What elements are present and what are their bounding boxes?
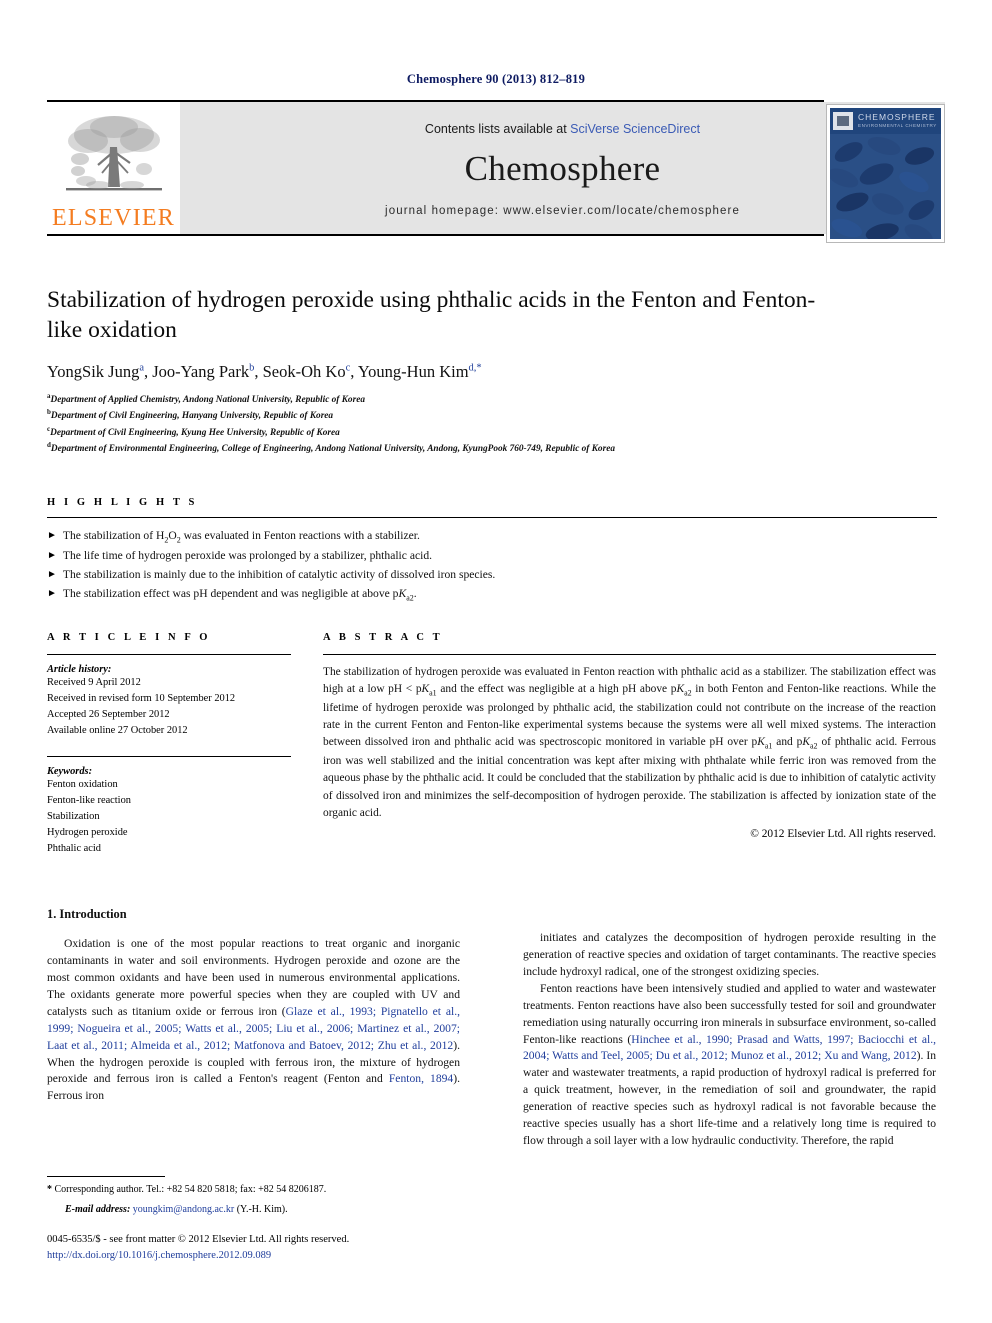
- abstract-rule: [323, 654, 936, 655]
- highlight-item: ► The stabilization is mainly due to the …: [47, 566, 937, 585]
- article-history-item: Accepted 26 September 2012: [47, 709, 170, 721]
- asterisk-icon: *: [47, 1184, 52, 1195]
- corresponding-author-line: * Corresponding author. Tel.: +82 54 820…: [47, 1182, 460, 1197]
- email-line: E-mail address: youngkim@andong.ac.kr (Y…: [47, 1202, 460, 1217]
- right-column-paragraphs: initiates and catalyzes the decompositio…: [523, 930, 936, 1150]
- affiliation-item: cDepartment of Civil Engineering, Kyung …: [47, 424, 340, 438]
- abstract-section: A B S T R A C T The stabilization of hyd…: [323, 632, 936, 840]
- highlight-item: ► The life time of hydrogen peroxide was …: [47, 547, 937, 566]
- keyword-item: Stabilization: [47, 810, 100, 822]
- author-name: Joo-Yang Parkb: [152, 362, 255, 382]
- highlights-section: H I G H L I G H T S ► The stabilization o…: [47, 497, 937, 605]
- abstract-copyright: © 2012 Elsevier Ltd. All rights reserved…: [750, 828, 936, 841]
- keyword-item: Fenton-like reaction: [47, 794, 131, 806]
- body-paragraph: Fenton reactions have been intensively s…: [523, 981, 936, 1148]
- author-name: Young-Hun Kimd,*: [357, 362, 482, 382]
- highlight-item: ► The stabilization of H2O2 was evaluated…: [47, 527, 937, 547]
- title-block: Stabilization of hydrogen peroxide using…: [47, 285, 837, 456]
- cover-title: CHEMOSPHERE: [858, 112, 936, 123]
- keyword-item: Hydrogen peroxide: [47, 826, 128, 838]
- cover-subtitle: ENVIRONMENTAL CHEMISTRY: [858, 122, 937, 128]
- highlight-text: The stabilization effect was pH dependen…: [62, 586, 417, 603]
- page-title: Stabilization of hydrogen peroxide using…: [47, 287, 816, 344]
- triangle-bullet-icon: ►: [47, 569, 57, 581]
- affiliation-item: aDepartment of Applied Chemistry, Andong…: [47, 392, 365, 406]
- journal-title: Chemosphere: [464, 148, 661, 188]
- affiliation-item: bDepartment of Civil Engineering, Hanyan…: [47, 408, 334, 422]
- article-history-label: Article history:: [47, 664, 112, 675]
- email-label: E-mail address:: [65, 1204, 131, 1215]
- article-info-section: A R T I C L E I N F O Article history: R…: [47, 632, 291, 857]
- left-column-paragraphs: Oxidation is one of the most popular rea…: [47, 936, 460, 1105]
- elsevier-wordmark: ELSEVIER: [52, 205, 175, 231]
- affiliation-list: aDepartment of Applied Chemistry, Andong…: [47, 391, 837, 456]
- article-info-rule: [47, 654, 291, 655]
- section-heading-introduction: 1. Introduction: [47, 907, 127, 921]
- highlights-list: ► The stabilization of H2O2 was evaluated…: [47, 527, 937, 605]
- highlights-heading: H I G H L I G H T S: [47, 497, 198, 508]
- email-suffix: (Y.-H. Kim).: [236, 1204, 288, 1215]
- article-info-heading: A R T I C L E I N F O: [47, 632, 211, 643]
- contents-prefix: Contents lists available at: [424, 121, 571, 136]
- abstract-text: The stabilization of hydrogen peroxide w…: [323, 666, 936, 819]
- journal-homepage-link[interactable]: journal homepage: www.elsevier.com/locat…: [385, 205, 740, 217]
- author-name: YongSik Junga: [47, 362, 144, 382]
- body-paragraph: Oxidation is one of the most popular rea…: [47, 937, 460, 1103]
- sciencedirect-link[interactable]: SciVerse ScienceDirect: [570, 122, 700, 136]
- body-paragraph: initiates and catalyzes the decompositio…: [523, 931, 936, 978]
- highlight-item: ► The stabilization effect was pH depende…: [47, 585, 937, 605]
- cover-leaf-artwork: [830, 134, 941, 239]
- article-history-item: Received 9 April 2012: [47, 677, 141, 688]
- author-name: Seok-Oh Koc: [262, 362, 351, 382]
- journal-cover-thumbnail[interactable]: CHEMOSPHERE ENVIRONMENTAL CHEMISTRY: [826, 104, 945, 243]
- elsevier-logo: ELSEVIER: [47, 102, 180, 234]
- triangle-bullet-icon: ►: [47, 550, 57, 562]
- keyword-item: Phthalic acid: [47, 843, 101, 854]
- highlight-text: The stabilization of H2O2 was evaluated …: [62, 529, 420, 545]
- contents-available-line: Contents lists available at SciVerse Sci…: [425, 122, 700, 136]
- body-column-left: 1. Introduction Oxidation is one of the …: [47, 905, 460, 1105]
- triangle-bullet-icon: ►: [47, 587, 57, 599]
- keywords-label: Keywords:: [47, 765, 93, 777]
- footnote-rule: [47, 1176, 165, 1177]
- keywords-rule: [47, 755, 291, 757]
- article-history-item: Received in revised form 10 September 20…: [47, 693, 236, 705]
- affiliation-item: dDepartment of Environmental Engineering…: [47, 440, 615, 454]
- highlight-text: The life time of hydrogen peroxide was p…: [62, 549, 433, 563]
- issn-copyright-line: 0045-6535/$ - see front matter © 2012 El…: [47, 1234, 350, 1245]
- masthead-bottom-rule: [47, 234, 824, 236]
- article-page: Chemosphere 90 (2013) 812–819 ELSEVIER C…: [0, 0, 992, 1323]
- corresponding-author-text: Corresponding author. Tel.: +82 54 820 5…: [54, 1184, 327, 1195]
- abstract-heading: A B S T R A C T: [323, 632, 443, 643]
- imprint-block: 0045-6535/$ - see front matter © 2012 El…: [47, 1232, 507, 1264]
- doi-link[interactable]: http://dx.doi.org/10.1016/j.chemosphere.…: [47, 1248, 507, 1264]
- highlights-rule: [47, 517, 937, 518]
- body-column-right: initiates and catalyzes the decompositio…: [523, 930, 936, 1150]
- article-history-list: Received 9 April 2012 Received in revised…: [47, 675, 291, 740]
- article-history-item: Available online 27 October 2012: [47, 725, 188, 737]
- corresponding-author-footnote: * Corresponding author. Tel.: +82 54 820…: [47, 1176, 460, 1217]
- elsevier-tree-icon: [65, 116, 162, 191]
- triangle-bullet-icon: ►: [47, 530, 57, 541]
- keyword-item: Fenton oxidation: [47, 778, 118, 790]
- author-list: YongSik Junga, Joo-Yang Parkb, Seok-Oh K…: [47, 362, 482, 382]
- keywords-list: Fenton oxidation Fenton-like reaction Stab…: [47, 777, 291, 858]
- running-head: Chemosphere 90 (2013) 812–819: [406, 72, 586, 86]
- email-link[interactable]: youngkim@andong.ac.kr: [133, 1204, 234, 1215]
- highlight-text: The stabilization is mainly due to the i…: [62, 568, 496, 582]
- cover-publisher-badge-icon: [833, 112, 853, 130]
- journal-masthead: ELSEVIER Contents lists available at Sci…: [47, 100, 945, 236]
